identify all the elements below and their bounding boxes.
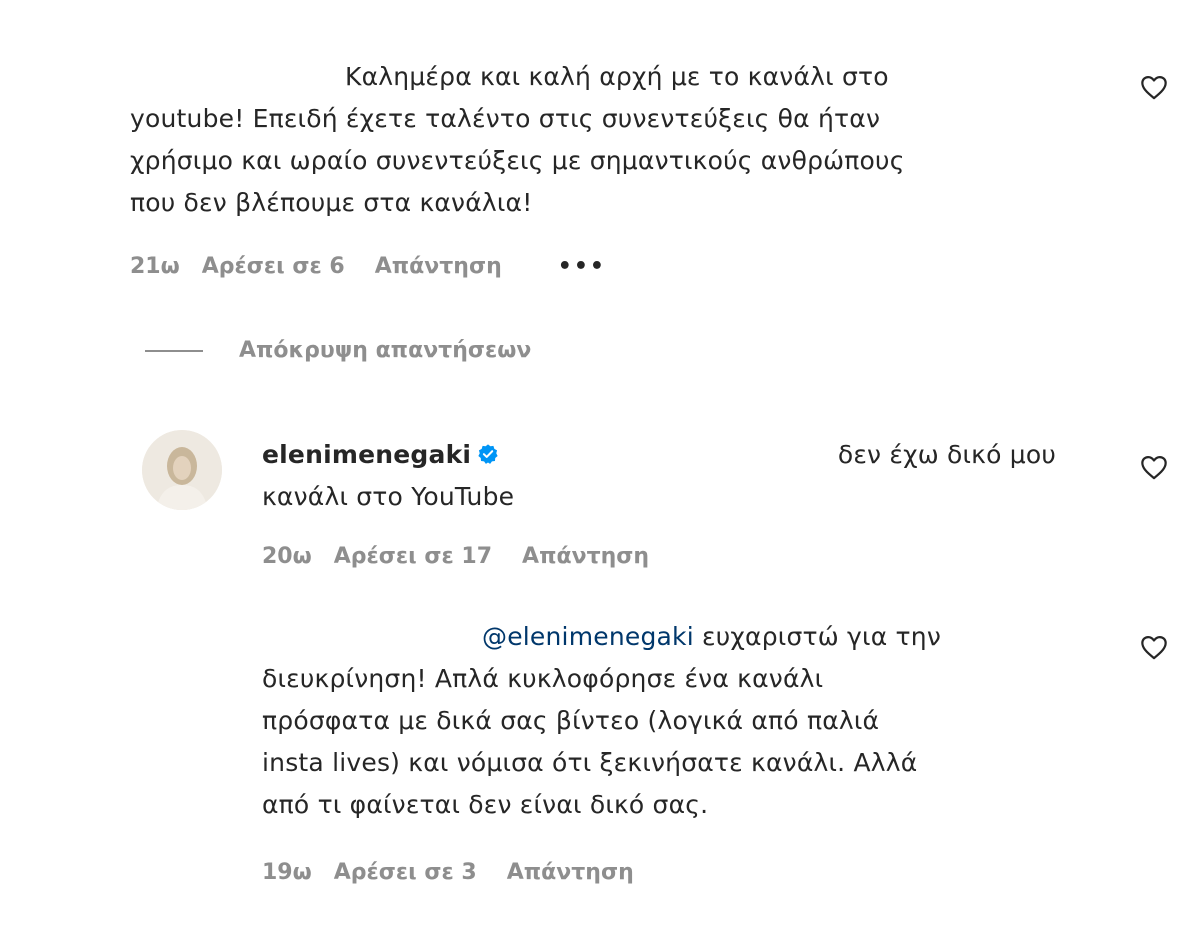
comment-time: 21ω <box>130 254 180 279</box>
like-heart-icon[interactable] <box>1140 74 1168 100</box>
reply-time: 19ω <box>262 860 312 885</box>
reply-reply-button[interactable]: Απάντηση <box>522 544 649 569</box>
reply-likes-link[interactable]: Αρέσει σε 17 <box>334 544 492 569</box>
avatar[interactable] <box>142 430 222 510</box>
reply-line: ευχαριστώ για την <box>702 622 941 651</box>
comment-line: χρήσιμο και ωραίο συνεντεύξεις με σημαντ… <box>130 146 905 175</box>
reply-line: πρόσφατα με δικά σας βίντεο (λογικά από … <box>262 706 880 735</box>
more-options-icon[interactable]: ••• <box>558 254 606 279</box>
username-link[interactable]: elenimenegaki <box>262 440 471 469</box>
reply-reply-button[interactable]: Απάντηση <box>507 860 634 885</box>
mention-link[interactable]: @elenimenegaki <box>482 622 694 651</box>
hide-replies-label: Απόκρυψη απαντήσεων <box>239 338 532 363</box>
comment-reply-button[interactable]: Απάντηση <box>375 254 502 279</box>
verified-badge-icon <box>477 436 499 464</box>
reply-line: δεν έχω δικό μου <box>837 440 1056 469</box>
reply-text: @elenimenegaki ευχαριστώ για την διευκρί… <box>262 616 1122 826</box>
hide-replies-button[interactable]: Απόκρυψη απαντήσεων <box>145 338 531 363</box>
comment-meta: 21ω Αρέσει σε 6 Απάντηση ••• <box>130 254 606 279</box>
comment-line: Καλημέρα και καλή αρχή με το κανάλι στο <box>345 62 889 91</box>
reply-meta: 20ω Αρέσει σε 17 Απάντηση <box>262 544 649 569</box>
reply-text: elenimenegaki δεν έχω δικό μου κανάλι στ… <box>262 434 1082 518</box>
comment-line: youtube! Επειδή έχετε ταλέντο στις συνεν… <box>130 104 881 133</box>
like-heart-icon[interactable] <box>1140 634 1168 660</box>
reply-line: insta lives) και νόμισα ότι ξεκινήσατε κ… <box>262 748 918 777</box>
comment-text: Καλημέρα και καλή αρχή με το κανάλι στο … <box>130 56 1130 224</box>
reply-time: 20ω <box>262 544 312 569</box>
reply-meta: 19ω Αρέσει σε 3 Απάντηση <box>262 860 634 885</box>
reply-line: διευκρίνηση! Απλά κυκλοφόρησε ένα κανάλι <box>262 664 824 693</box>
comment-line: που δεν βλέπουμε στα κανάλια! <box>130 188 533 217</box>
comment-likes-link[interactable]: Αρέσει σε 6 <box>202 254 345 279</box>
reply-line: κανάλι στο YouTube <box>262 482 515 511</box>
like-heart-icon[interactable] <box>1140 454 1168 480</box>
reply-likes-link[interactable]: Αρέσει σε 3 <box>334 860 477 885</box>
reply-line: από τι φαίνεται δεν είναι δικό σας. <box>262 790 709 819</box>
divider-line <box>145 349 203 352</box>
